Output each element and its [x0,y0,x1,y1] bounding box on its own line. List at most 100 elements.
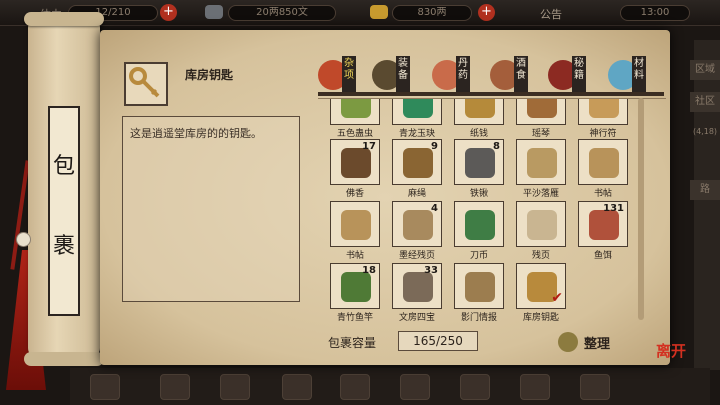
item-name: 文房四宝 [398,313,435,322]
inventory-slot[interactable]: 18 青竹鱼竿 [330,263,380,322]
slot-frame [454,201,504,247]
add-money-button[interactable]: + [478,4,495,21]
inventory-slot[interactable]: 书帖 [578,139,628,199]
inventory-slot[interactable]: 书帖 [330,201,380,261]
inventory-slot[interactable]: 131 鱼饵 [578,201,628,261]
slot-frame [578,139,628,185]
item-name: 书帖 [345,251,364,261]
sort-button[interactable]: 整理 [558,330,618,354]
tab-label: 酒食 [514,56,528,92]
item-name: 平沙落雁 [522,189,559,199]
item-description-box: 这是逍遥堂库房的的钥匙。 [122,116,300,302]
item-icon [341,148,371,178]
item-icon [465,99,495,118]
item-icon [341,272,371,302]
inventory-slot[interactable]: 纸钱 [454,99,504,139]
notice-button[interactable]: 公告 [540,6,562,22]
add-stamina-button[interactable]: + [160,4,177,21]
inventory-slot[interactable]: 4 墨经残页 [392,201,442,261]
item-description: 这是逍遥堂库房的的钥匙。 [130,127,262,140]
item-icon [403,148,433,178]
slot-frame: ✔ [516,263,566,309]
inventory-slot[interactable]: 青龙玉玦 [392,99,442,139]
item-name: 刀币 [469,251,488,261]
item-name: 瑶琴 [531,129,550,139]
inventory-slot[interactable]: 五色蛊虫 [330,99,380,139]
slot-frame [454,263,504,309]
leave-button-label: 离开 [656,342,687,360]
dock-slot[interactable] [340,374,370,400]
dock-slot[interactable] [282,374,312,400]
right-side-panel [694,40,720,370]
item-name: 青竹鱼竿 [336,313,373,322]
slot-frame: 9 [392,139,442,185]
item-name: 残页 [531,251,550,261]
item-quantity: 33 [424,265,438,276]
slot-frame: 8 [454,139,504,185]
right-label-area[interactable]: 区域 [690,60,720,80]
dock-slot[interactable] [160,374,190,400]
dock-slot[interactable] [400,374,430,400]
item-name: 铁锹 [469,189,488,199]
item-icon [403,210,433,240]
inventory-slot[interactable]: 17 佛香 [330,139,380,199]
inventory-slot[interactable]: ✔ 库房钥匙 [516,263,566,322]
item-icon [527,99,557,118]
item-icon [589,210,619,240]
slot-frame [454,99,504,125]
item-icon [589,99,619,118]
item-quantity: 8 [493,141,500,152]
slot-frame [392,99,442,125]
money-liang: 830两 [392,5,472,21]
checkmark-icon: ✔ [551,290,563,306]
slot-frame: 17 [330,139,380,185]
coin-icon [205,5,223,19]
item-name: 书帖 [593,189,612,199]
item-icon [465,272,495,302]
tabs-rail [318,92,664,96]
capacity-label: 包裹容量 [328,336,377,350]
item-icon [589,148,619,178]
inventory-slot[interactable]: 神行符 [578,99,628,139]
scroll-title-char: 包 [52,154,75,179]
leave-button[interactable]: 离开 [656,340,696,376]
dock-slot[interactable] [520,374,550,400]
inventory-slot[interactable]: 刀币 [454,201,504,261]
selected-item-name: 库房钥匙 [185,68,234,82]
inventory-slot[interactable]: 残页 [516,201,566,261]
item-name: 五色蛊虫 [336,129,373,139]
dock-slot[interactable] [580,374,610,400]
inventory-slot[interactable]: 瑶琴 [516,99,566,139]
inventory-slot[interactable]: 9 麻绳 [392,139,442,199]
item-name: 神行符 [589,129,617,139]
grid-scrollbar[interactable] [638,98,644,320]
slot-frame [516,139,566,185]
item-icon [341,210,371,240]
slot-frame [330,201,380,247]
slot-frame: 4 [392,201,442,247]
inventory-slot[interactable]: 影门情报 [454,263,504,322]
right-coords: (4,18) [692,127,718,136]
clock: 13:00 [620,5,690,21]
right-label-road[interactable]: 路 [690,180,720,200]
slot-frame [578,99,628,125]
inventory-slot[interactable]: 33 文房四宝 [392,263,442,322]
inventory-slot[interactable]: 平沙落雁 [516,139,566,199]
item-quantity: 18 [362,265,376,276]
tab-label: 杂项 [342,56,356,92]
dock-slot[interactable] [220,374,250,400]
key-icon [129,67,160,98]
dock-slot[interactable] [460,374,490,400]
item-quantity: 131 [603,203,624,214]
right-label-community[interactable]: 社区 [690,92,720,112]
top-status-bar: 体力 12/210 + 20两850文 830两 + 公告 13:00 [0,0,720,26]
bottom-dock [70,368,710,405]
slot-frame: 18 [330,263,380,309]
item-name: 墨经残页 [398,251,435,261]
dock-slot[interactable] [90,374,120,400]
tab-label: 装备 [396,56,410,92]
item-name: 影门情报 [460,313,497,322]
tab-label: 材料 [632,56,646,92]
item-name: 鱼饵 [593,251,612,261]
inventory-slot[interactable]: 8 铁锹 [454,139,504,199]
